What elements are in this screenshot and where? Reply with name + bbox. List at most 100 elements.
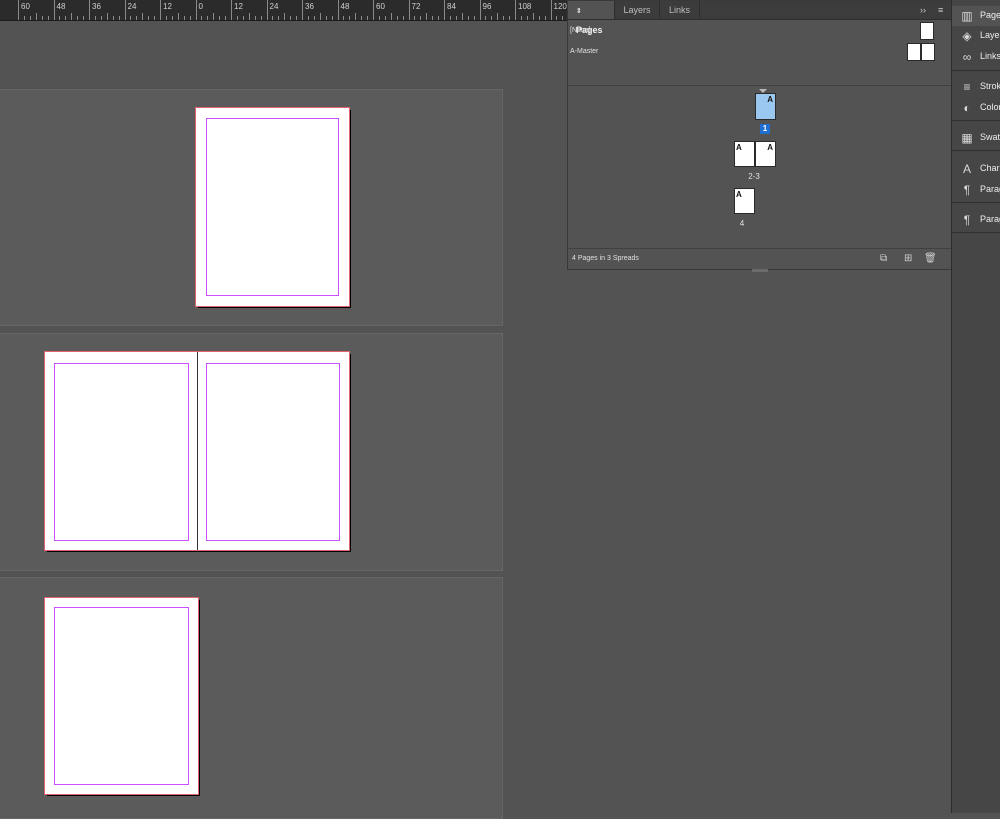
dock-item-paragraph-styles[interactable]: ¶ Paragraph Styles bbox=[952, 180, 1000, 200]
ruler-minor-tick bbox=[367, 16, 369, 20]
panel-menu-button[interactable]: ≡ bbox=[938, 1, 943, 19]
ruler-minor-tick bbox=[242, 16, 244, 20]
ruler-label: 0 bbox=[198, 2, 203, 11]
tab-links[interactable]: Links bbox=[660, 1, 700, 19]
trash-icon[interactable]: 🗑 bbox=[924, 253, 937, 264]
page-2[interactable] bbox=[44, 351, 199, 551]
page-1[interactable] bbox=[195, 107, 350, 307]
ruler-minor-tick bbox=[47, 16, 49, 20]
ruler-minor-tick bbox=[59, 16, 61, 20]
ruler-minor-tick bbox=[491, 16, 493, 20]
page-thumb-4[interactable]: A bbox=[734, 188, 755, 214]
master-letter: A bbox=[736, 143, 742, 152]
page-thumb-3[interactable]: A bbox=[755, 141, 776, 167]
dock-item-label: Color bbox=[980, 102, 1000, 112]
panel-tab-bar: ⇕ Pages Layers Links ›› ≡ bbox=[568, 1, 952, 35]
ruler-major-tick bbox=[515, 0, 516, 20]
panel-resize-handle[interactable] bbox=[752, 269, 768, 272]
master-none-thumb[interactable] bbox=[920, 22, 934, 40]
dock-item-layers[interactable]: ◈ Layers bbox=[952, 26, 1000, 46]
ruler-minor-tick bbox=[526, 16, 528, 20]
ruler-minor-tick bbox=[455, 16, 457, 20]
stroke-icon: ≡ bbox=[963, 80, 971, 94]
master-a-thumb-left[interactable] bbox=[907, 43, 921, 61]
ruler-major-tick bbox=[124, 0, 126, 20]
ruler-major-tick bbox=[550, 0, 552, 20]
master-a[interactable]: A-Master bbox=[570, 48, 598, 55]
master-a-thumb-right[interactable] bbox=[921, 43, 935, 61]
spread-4 bbox=[0, 577, 503, 819]
dock-separator bbox=[952, 202, 1000, 203]
new-page-icon[interactable]: ⊞ bbox=[904, 253, 912, 264]
ruler-minor-tick bbox=[503, 16, 505, 20]
dock-item-swatches[interactable]: ▦ Swatches bbox=[952, 128, 1000, 148]
page-thumb-1[interactable]: A bbox=[755, 93, 776, 120]
ruler-minor-tick bbox=[532, 13, 534, 20]
dock-item-label: Paragraph bbox=[980, 214, 1000, 224]
dock-item-label: Character bbox=[980, 163, 1000, 173]
ruler-minor-tick bbox=[402, 16, 404, 20]
ruler-major-tick bbox=[373, 0, 374, 20]
ruler-minor-tick bbox=[278, 16, 280, 20]
horizontal-ruler[interactable]: 60 48 36 24 12 0 12 24 36 48 60 72 84 96 108 120 bbox=[0, 0, 568, 21]
ruler-label: 60 bbox=[376, 2, 385, 11]
paragraph-icon: ¶ bbox=[963, 213, 971, 227]
dock-item-character[interactable]: A Character bbox=[952, 159, 1000, 179]
dock-item-color[interactable]: ◐ Color bbox=[952, 98, 1000, 118]
spread-2-3 bbox=[0, 333, 503, 571]
ruler-minor-tick bbox=[41, 16, 43, 20]
ruler-minor-tick bbox=[307, 16, 309, 20]
ruler-minor-tick bbox=[485, 16, 487, 20]
ruler-major-tick bbox=[302, 0, 303, 20]
tab-layers[interactable]: Layers bbox=[615, 1, 660, 19]
dock-item-label: Swatches bbox=[980, 132, 1000, 142]
ruler-minor-tick bbox=[201, 16, 203, 20]
master-none[interactable]: [None] bbox=[570, 27, 591, 34]
ruler-minor-tick bbox=[130, 16, 132, 20]
panel-collapse-button[interactable]: ›› bbox=[920, 1, 926, 19]
ruler-minor-tick bbox=[296, 16, 298, 20]
ruler-minor-tick bbox=[183, 16, 185, 20]
ruler-minor-tick bbox=[378, 16, 380, 20]
ruler-minor-tick bbox=[142, 13, 144, 20]
page-4[interactable] bbox=[44, 597, 199, 795]
ruler-minor-tick bbox=[290, 16, 292, 20]
ruler-minor-tick bbox=[538, 16, 540, 20]
ruler-minor-tick bbox=[473, 16, 475, 20]
master-letter: A bbox=[736, 190, 742, 199]
panel-divider bbox=[568, 85, 952, 86]
ruler-minor-tick bbox=[71, 13, 73, 20]
panel-dock: ▥ Pages ◈ Layers ∞ Links ≡ Stroke ◐ Color ▦ Swatche… bbox=[951, 0, 1000, 813]
panel-footer: 4 Pages in 3 Spreads ⧉ ⊞ 🗑 bbox=[568, 248, 952, 269]
dock-item-pages[interactable]: ▥ Pages bbox=[952, 6, 1000, 26]
ruler-minor-tick bbox=[136, 16, 138, 20]
tab-pages[interactable]: ⇕ Pages bbox=[568, 1, 615, 35]
spread-1 bbox=[0, 89, 503, 326]
dock-item-links[interactable]: ∞ Links bbox=[952, 47, 1000, 67]
ruler-minor-tick bbox=[100, 16, 102, 20]
master-letter: A bbox=[767, 95, 773, 104]
ruler-minor-tick bbox=[284, 13, 286, 20]
ruler-minor-tick bbox=[219, 16, 221, 20]
spread-spine bbox=[197, 352, 198, 550]
margin-guide bbox=[54, 363, 189, 541]
dock-item-label: Stroke bbox=[980, 81, 1000, 91]
dock-item-label: Paragraph Styles bbox=[980, 184, 1000, 194]
ruler-minor-tick bbox=[29, 16, 31, 20]
ruler-minor-tick bbox=[343, 16, 345, 20]
ruler-minor-tick bbox=[154, 16, 156, 20]
ruler-major-tick bbox=[444, 0, 445, 20]
dock-item-label: Layers bbox=[980, 30, 1000, 40]
page-thumb-2[interactable]: A bbox=[734, 141, 755, 167]
ruler-minor-tick bbox=[319, 13, 321, 20]
page-number-1: 1 bbox=[760, 124, 770, 134]
page-3[interactable] bbox=[197, 351, 350, 551]
ruler-minor-tick bbox=[225, 16, 227, 20]
ruler-label: 84 bbox=[447, 2, 456, 11]
ruler-minor-tick bbox=[148, 16, 150, 20]
edit-page-size-icon[interactable]: ⧉ bbox=[880, 253, 887, 264]
dock-item-paragraph[interactable]: ¶ Paragraph bbox=[952, 210, 1000, 230]
dock-item-stroke[interactable]: ≡ Stroke bbox=[952, 77, 1000, 97]
dock-separator bbox=[952, 150, 1000, 151]
ruler-major-tick bbox=[337, 0, 339, 20]
